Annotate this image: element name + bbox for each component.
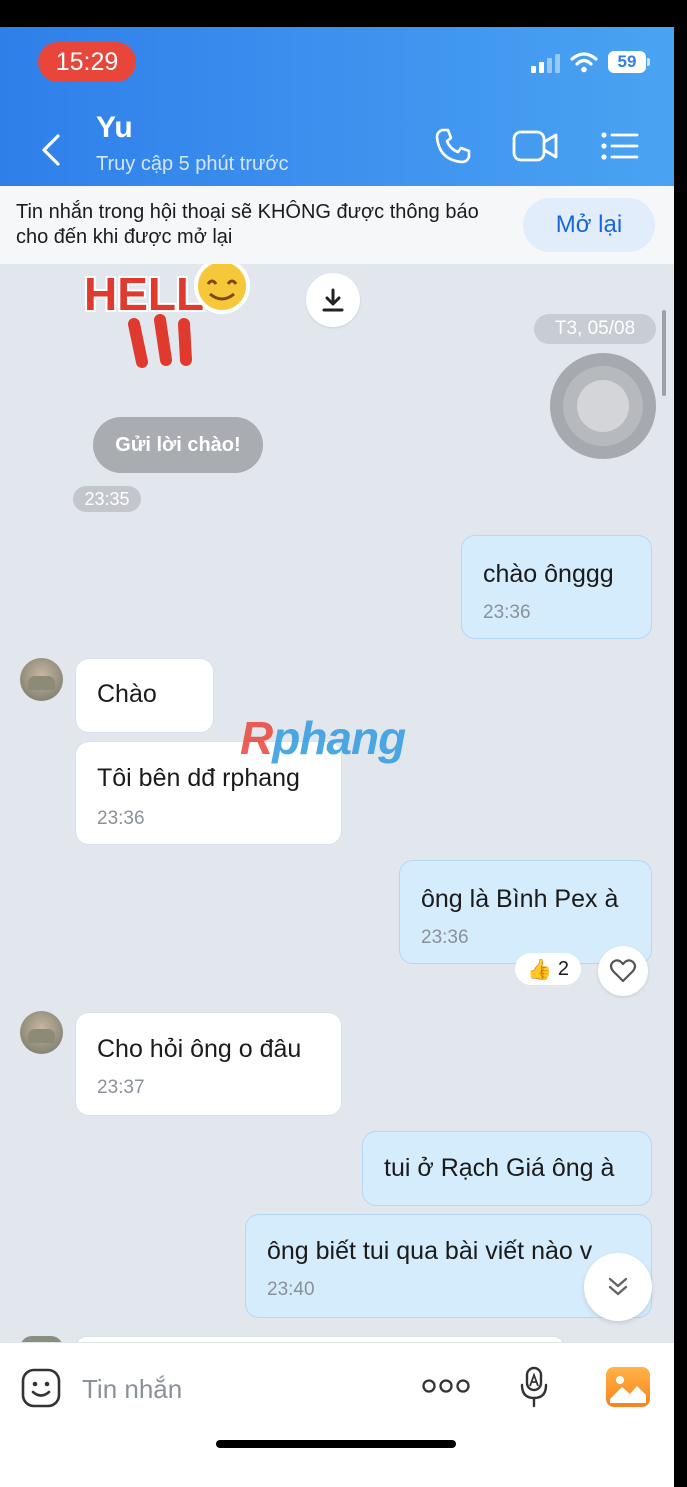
reopen-button[interactable]: Mở lại bbox=[523, 198, 655, 252]
react-heart-button[interactable] bbox=[598, 946, 648, 996]
message-time: 23:37 bbox=[97, 1077, 145, 1098]
scroll-to-bottom-button[interactable] bbox=[584, 1253, 652, 1321]
watermark-part1: R bbox=[240, 712, 273, 764]
last-seen-status: Truy cập 5 phút trước bbox=[96, 153, 289, 175]
message-text: Tôi bên dđ rphang bbox=[97, 764, 300, 792]
message-text: ông là Bình Pex à bbox=[421, 885, 619, 913]
sticker-emoji-icon[interactable] bbox=[20, 1367, 62, 1409]
hello-sticker[interactable]: HELLO bbox=[72, 264, 282, 376]
message-text: tui ở Rạch Giá ông à bbox=[384, 1154, 615, 1182]
date-separator: T3, 05/08 bbox=[534, 314, 656, 344]
message-time: 23:36 bbox=[483, 602, 531, 623]
message-time: 23:40 bbox=[267, 1279, 315, 1300]
message-input[interactable] bbox=[82, 1371, 382, 1407]
message-bubble-incoming[interactable]: Chào bbox=[75, 658, 214, 733]
photo-gallery-icon[interactable] bbox=[606, 1367, 650, 1407]
watermark-part2: phang bbox=[272, 712, 406, 764]
menu-list-icon[interactable] bbox=[600, 131, 640, 161]
double-chevron-down-icon bbox=[608, 1277, 628, 1296]
back-arrow-icon[interactable] bbox=[40, 132, 62, 168]
reaction-badge[interactable]: 👍 2 bbox=[515, 953, 581, 985]
status-icons: 59 bbox=[531, 51, 650, 73]
message-bubble-incoming[interactable]: Cho hỏi ông o đâu 23:37 bbox=[75, 1012, 342, 1116]
message-text: Chào bbox=[97, 680, 157, 708]
message-text: chào ônggg bbox=[483, 560, 614, 588]
home-indicator[interactable] bbox=[216, 1440, 456, 1448]
phone-call-icon[interactable] bbox=[434, 127, 472, 165]
message-composer bbox=[0, 1342, 674, 1487]
voice-to-text-mic-icon[interactable] bbox=[518, 1365, 550, 1409]
cellular-signal-icon bbox=[531, 51, 560, 73]
video-call-icon[interactable] bbox=[512, 129, 560, 163]
scrollbar[interactable] bbox=[662, 310, 666, 396]
voice-message-button[interactable] bbox=[550, 353, 656, 459]
message-text: Cho hỏi ông o đâu bbox=[97, 1035, 302, 1063]
thumbs-up-icon: 👍 bbox=[526, 958, 552, 981]
voice-core bbox=[577, 380, 629, 432]
message-time: 23:36 bbox=[421, 927, 469, 948]
chat-screen: 15:29 59 Yu Truy cập 5 phút trước Tin nh… bbox=[0, 27, 674, 1487]
battery-icon: 59 bbox=[608, 51, 650, 73]
wifi-icon bbox=[570, 52, 598, 73]
status-time: 15:29 bbox=[38, 42, 136, 82]
contact-avatar[interactable] bbox=[20, 1011, 63, 1054]
message-bubble-outgoing[interactable]: tui ở Rạch Giá ông à bbox=[362, 1131, 652, 1206]
download-icon bbox=[322, 288, 344, 312]
chat-header: 15:29 59 Yu Truy cập 5 phút trước bbox=[0, 27, 674, 186]
muted-notice-text: Tin nhắn trong hội thoại sẽ KHÔNG được t… bbox=[16, 201, 479, 248]
heart-icon bbox=[609, 959, 637, 983]
download-button[interactable] bbox=[306, 273, 360, 327]
rphang-watermark: Rphang bbox=[240, 711, 406, 765]
message-time: 23:36 bbox=[97, 808, 145, 829]
greeting-time: 23:35 bbox=[73, 486, 141, 512]
send-greeting-button[interactable]: Gửi lời chào! bbox=[93, 417, 263, 473]
muted-notice-bar: Tin nhắn trong hội thoại sẽ KHÔNG được t… bbox=[0, 186, 674, 264]
reaction-count: 2 bbox=[557, 957, 570, 980]
more-options-icon[interactable] bbox=[421, 1375, 471, 1397]
image-icon bbox=[610, 1376, 646, 1403]
message-text: ông biết tui qua bài viết nào v bbox=[267, 1237, 593, 1265]
message-bubble-outgoing[interactable]: chào ônggg 23:36 bbox=[461, 535, 652, 639]
contact-name[interactable]: Yu bbox=[96, 111, 133, 145]
contact-avatar[interactable] bbox=[20, 658, 63, 701]
